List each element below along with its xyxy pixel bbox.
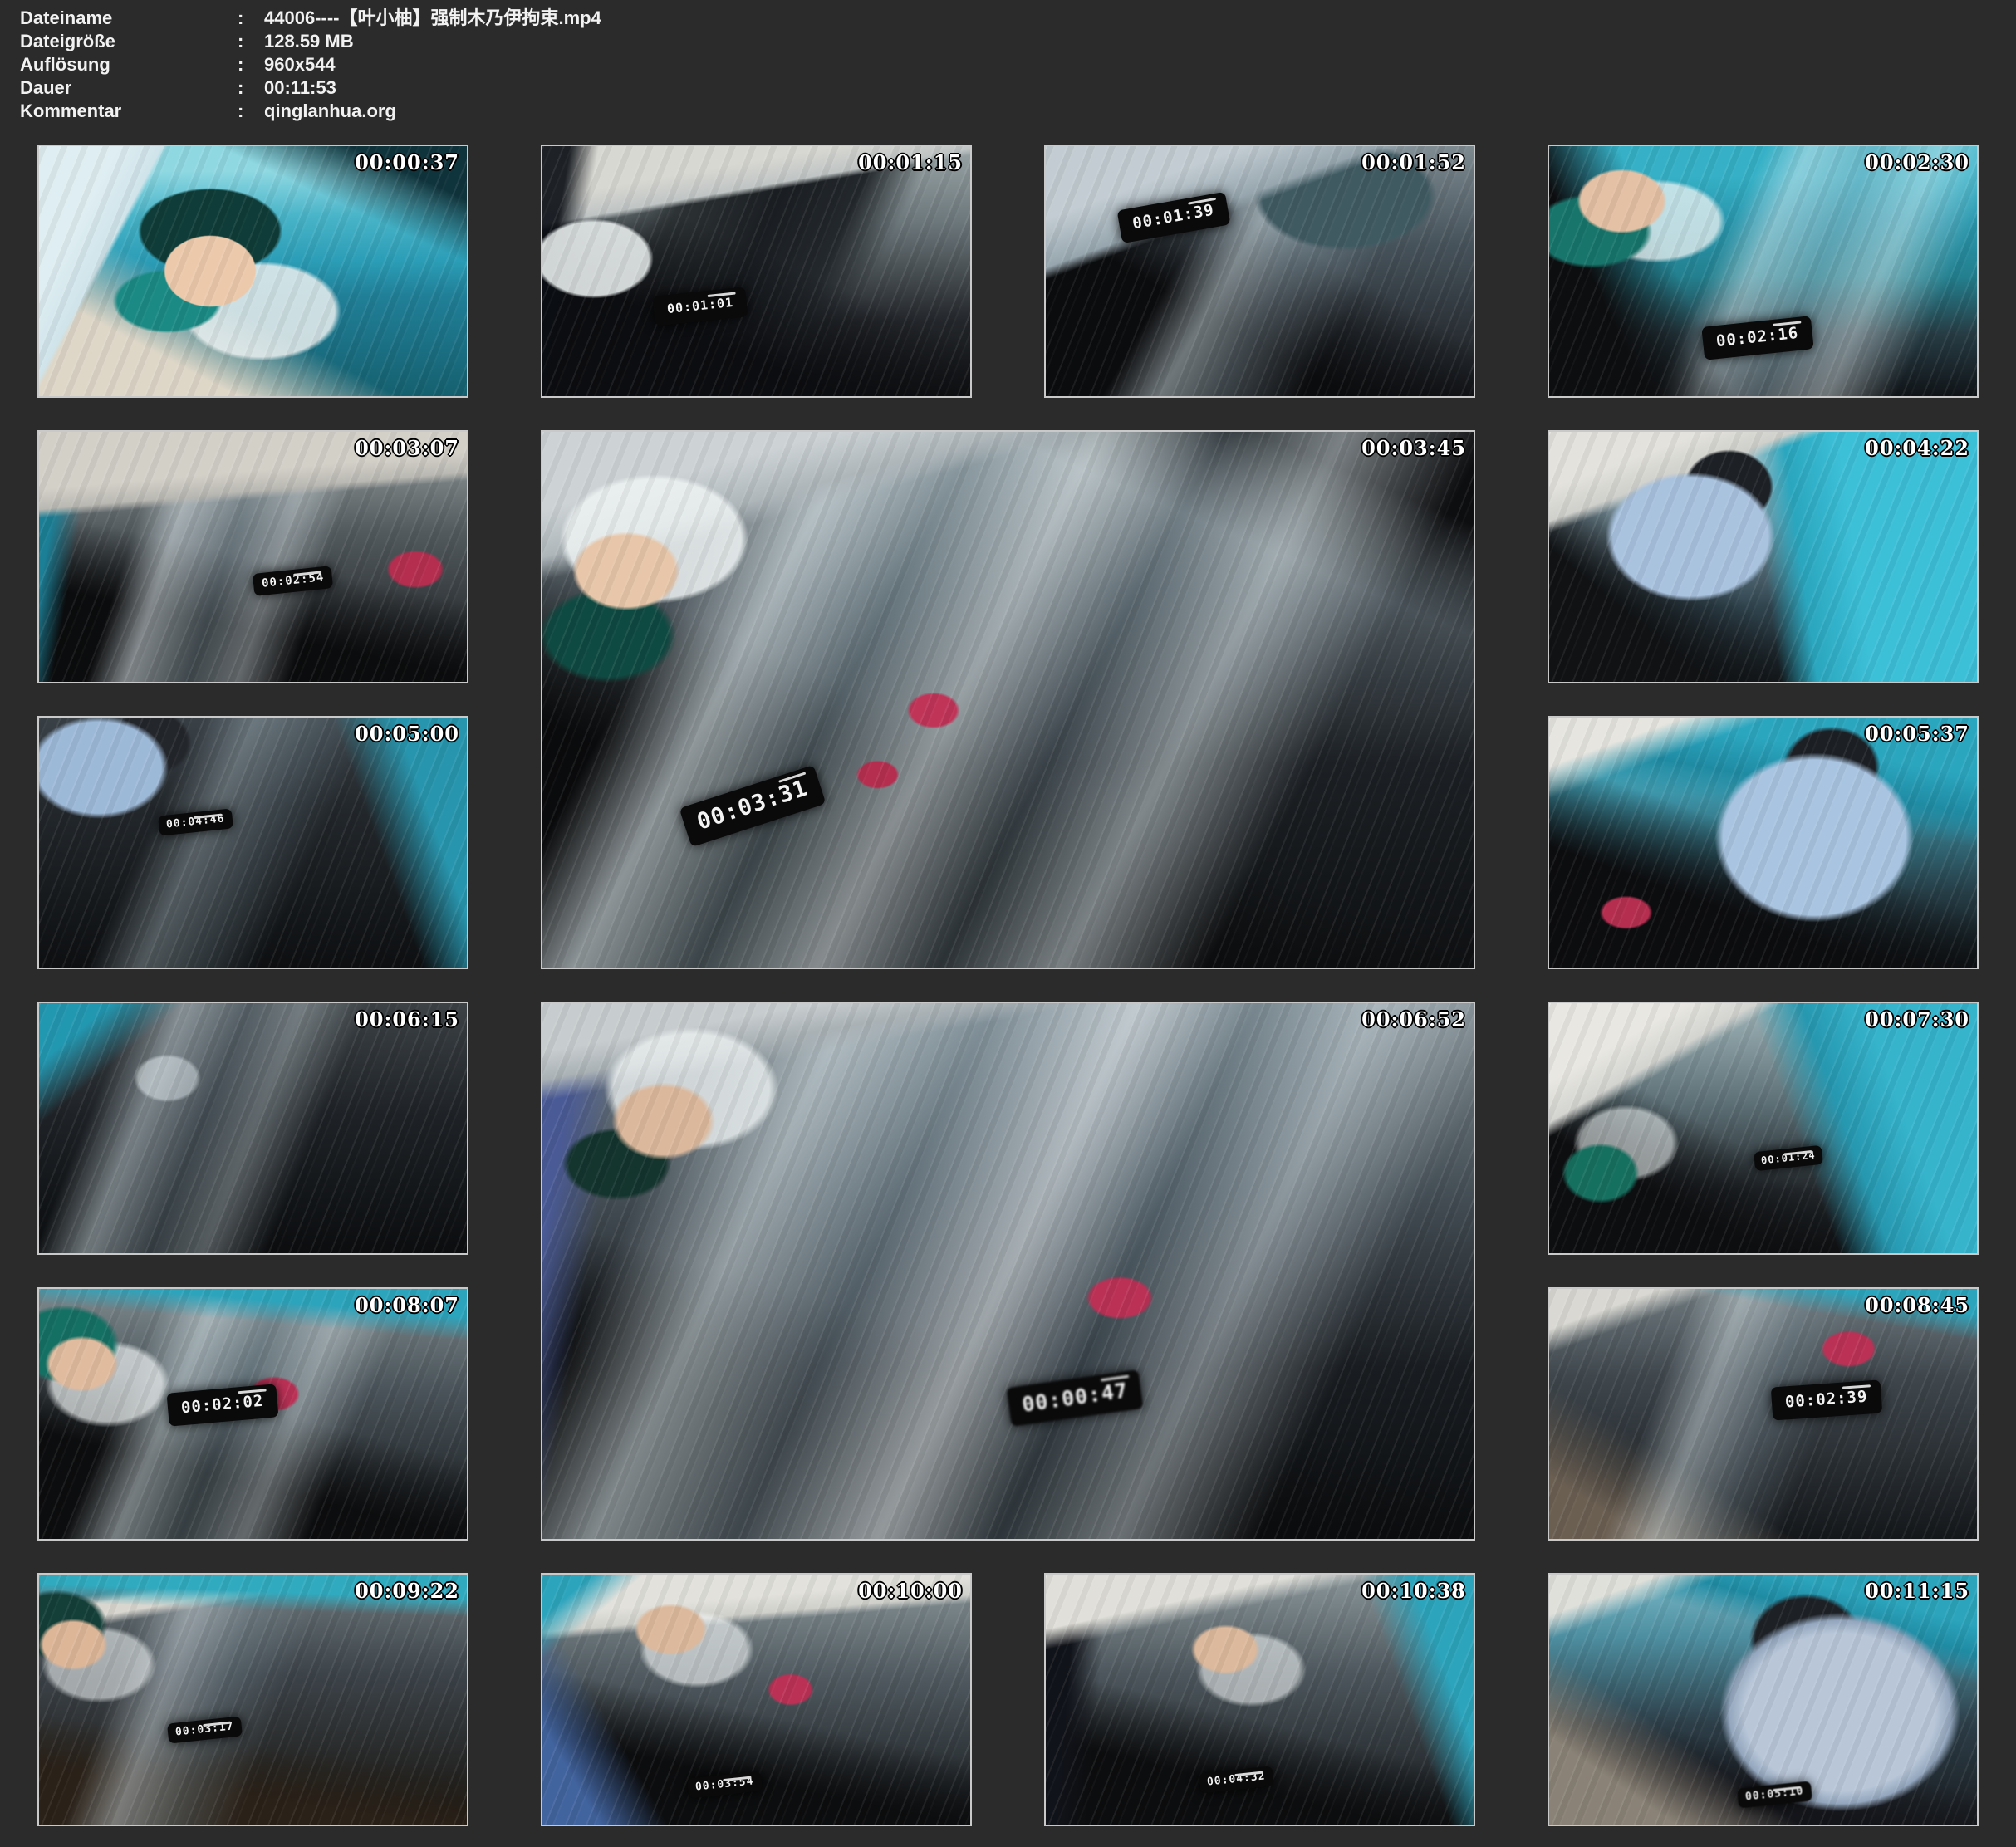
- comment-label: Kommentar: [20, 100, 238, 123]
- resolution-value: 960x544: [264, 53, 2016, 76]
- timestamp-overlay: 00:05:00: [355, 722, 459, 746]
- frame-image: [1549, 432, 1977, 682]
- video-thumbnail: 00:11:15 00:05:10: [1548, 1573, 1979, 1826]
- frame-image: [1549, 718, 1977, 968]
- duration-row: Dauer:00:11:53: [20, 76, 2016, 100]
- separator: :: [238, 76, 264, 100]
- timestamp-overlay: 00:05:37: [1865, 722, 1969, 746]
- resolution-label: Auflösung: [20, 53, 238, 76]
- timestamp-overlay: 00:00:37: [355, 150, 459, 174]
- timestamp-overlay: 00:01:52: [1361, 150, 1466, 174]
- video-thumbnail: 00:06:15: [37, 1002, 468, 1255]
- file-name-value: 44006----【叶小柚】强制木乃伊拘束.mp4: [264, 7, 2016, 30]
- file-size-row: Dateigröße:128.59 MB: [20, 30, 2016, 53]
- file-name-row: Dateiname:44006----【叶小柚】强制木乃伊拘束.mp4: [20, 7, 2016, 30]
- separator: :: [238, 100, 264, 123]
- resolution-row: Auflösung:960x544: [20, 53, 2016, 76]
- frame-image: [39, 718, 467, 968]
- video-thumbnail: 00:05:00 00:04:46: [37, 716, 468, 969]
- video-thumbnail: 00:01:15 00:01:01: [541, 145, 972, 398]
- timestamp-overlay: 00:11:15: [1865, 1579, 1969, 1603]
- frame-image: [542, 146, 970, 396]
- comment-row: Kommentar:qinglanhua.org: [20, 100, 2016, 123]
- file-name-label: Dateiname: [20, 7, 238, 30]
- comment-value: qinglanhua.org: [264, 100, 2016, 123]
- video-thumbnail: 00:10:00 00:03:54: [541, 1573, 972, 1826]
- frame-image: [1046, 146, 1474, 396]
- frame-image: [1549, 1289, 1977, 1539]
- frame-image: [39, 1575, 467, 1825]
- file-info-header: Dateiname:44006----【叶小柚】强制木乃伊拘束.mp4 Date…: [0, 0, 2016, 131]
- video-thumbnail: 00:10:38 00:04:32: [1044, 1573, 1475, 1826]
- duration-label: Dauer: [20, 76, 238, 100]
- video-thumbnail: 00:04:22: [1548, 430, 1979, 683]
- timestamp-overlay: 00:07:30: [1865, 1007, 1969, 1031]
- timestamp-overlay: 00:04:22: [1865, 436, 1969, 460]
- video-thumbnail: 00:00:37: [37, 145, 468, 398]
- timestamp-overlay: 00:03:07: [355, 436, 459, 460]
- frame-image: [39, 146, 467, 396]
- video-thumbnail: 00:09:22 00:03:17: [37, 1573, 468, 1826]
- timestamp-overlay: 00:10:38: [1361, 1579, 1466, 1603]
- timestamp-overlay: 00:08:45: [1865, 1293, 1969, 1317]
- duration-value: 00:11:53: [264, 76, 2016, 100]
- video-thumbnail: 00:08:45 00:02:39: [1548, 1287, 1979, 1541]
- video-thumbnail: 00:03:07 00:02:54: [37, 430, 468, 683]
- timestamp-overlay: 00:09:22: [355, 1579, 459, 1603]
- file-size-value: 128.59 MB: [264, 30, 2016, 53]
- timestamp-overlay: 00:06:15: [355, 1007, 459, 1031]
- frame-image: [542, 432, 1474, 968]
- video-thumbnail: 00:07:30 00:01:24: [1548, 1002, 1979, 1255]
- timestamp-overlay: 00:08:07: [355, 1293, 459, 1317]
- video-thumbnail-large: 00:06:52 00:00:47: [541, 1002, 1475, 1541]
- frame-image: [39, 432, 467, 682]
- file-size-label: Dateigröße: [20, 30, 238, 53]
- video-thumbnail: 00:01:52 00:01:39: [1044, 145, 1475, 398]
- frame-image: [1549, 146, 1977, 396]
- video-thumbnail: 00:02:30 00:02:16: [1548, 145, 1979, 398]
- timestamp-overlay: 00:01:15: [858, 150, 963, 174]
- frame-image: [542, 1003, 1474, 1539]
- timestamp-overlay: 00:06:52: [1361, 1007, 1466, 1031]
- thumbnail-grid: 00:00:37 00:01:15 00:01:01 00:01:52 00:0…: [0, 131, 2016, 1846]
- timestamp-overlay: 00:02:30: [1865, 150, 1969, 174]
- video-thumbnail: 00:08:07 00:02:02: [37, 1287, 468, 1541]
- separator: :: [238, 30, 264, 53]
- timestamp-overlay: 00:10:00: [858, 1579, 963, 1603]
- timestamp-overlay: 00:03:45: [1361, 436, 1466, 460]
- video-thumbnail-large: 00:03:45 00:03:31: [541, 430, 1475, 969]
- separator: :: [238, 7, 264, 30]
- frame-image: [39, 1003, 467, 1253]
- frame-image: [1549, 1003, 1977, 1253]
- video-thumbnail: 00:05:37: [1548, 716, 1979, 969]
- separator: :: [238, 53, 264, 76]
